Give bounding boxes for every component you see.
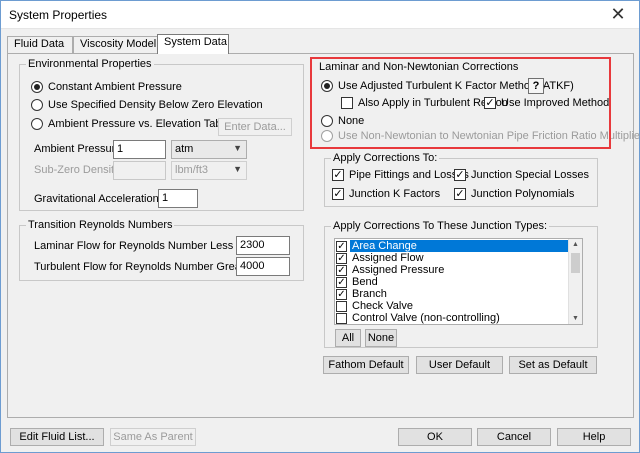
list-item-label: Assigned Flow [352, 252, 424, 264]
fathom-default-button[interactable]: Fathom Default [323, 356, 409, 374]
checkmark-icon[interactable]: ✓ [336, 264, 347, 276]
checkmark-icon[interactable]: ✓ [336, 252, 347, 264]
checkmark-icon: ✓ [454, 188, 466, 200]
radio-unselected-icon [31, 118, 43, 130]
laminar-flow-label: Laminar Flow for Reynolds Number Less Th… [34, 240, 265, 252]
list-scrollbar[interactable]: ▲ ▼ [568, 239, 582, 324]
laminar-reynolds-input[interactable]: 2300 [236, 236, 290, 255]
radio-label: Constant Ambient Pressure [48, 81, 182, 93]
chevron-down-icon: ▼ [233, 164, 242, 174]
junction-polynomials-checkbox[interactable]: ✓ Junction Polynomials [454, 188, 574, 200]
junction-special-losses-checkbox[interactable]: ✓ Junction Special Losses [454, 169, 589, 181]
pressure-elevation-table-radio[interactable]: Ambient Pressure vs. Elevation Table [31, 118, 230, 130]
ambient-pressure-input[interactable]: 1 [113, 140, 166, 159]
highlight-box [310, 57, 611, 149]
checkbox-unchecked-icon[interactable] [336, 300, 347, 312]
junction-types-list[interactable]: ✓ Area Change ✓ Assigned Flow ✓ Assigned… [334, 238, 583, 325]
scroll-thumb[interactable] [571, 253, 580, 273]
radio-label: Ambient Pressure vs. Elevation Table [48, 118, 230, 130]
pipe-fittings-checkbox[interactable]: ✓ Pipe Fittings and Losses [332, 169, 469, 181]
checkmark-icon[interactable]: ✓ [336, 276, 347, 288]
list-item[interactable]: ✓ Bend [336, 276, 380, 288]
select-none-button[interactable]: None [365, 329, 397, 347]
edit-fluid-list-button[interactable]: Edit Fluid List... [10, 428, 104, 446]
ambient-pressure-unit-select[interactable]: atm ▼ [171, 140, 247, 159]
list-item[interactable]: ✓ Assigned Pressure [336, 264, 446, 276]
radio-selected-icon [31, 81, 43, 93]
tab-fluid-data[interactable]: Fluid Data [7, 36, 73, 53]
list-item-label: Bend [352, 276, 378, 288]
transition-reynolds-legend: Transition Reynolds Numbers [28, 219, 173, 231]
checkmark-icon: ✓ [332, 188, 344, 200]
subzero-density-label: Sub-Zero Density: [34, 164, 123, 176]
list-item-label: Area Change [350, 240, 571, 252]
chevron-down-icon: ▼ [233, 143, 242, 153]
checkmark-icon: ✓ [454, 169, 466, 181]
scroll-down-icon[interactable]: ▼ [572, 315, 579, 322]
junction-types-legend: Apply Corrections To These Junction Type… [333, 220, 548, 232]
list-item[interactable]: ✓ Branch [336, 288, 389, 300]
checkmark-icon: ✓ [332, 169, 344, 181]
apply-corrections-legend: Apply Corrections To: [333, 152, 438, 164]
ok-button[interactable]: OK [398, 428, 472, 446]
constant-ambient-pressure-radio[interactable]: Constant Ambient Pressure [31, 81, 182, 93]
list-item-label: Assigned Pressure [352, 264, 445, 276]
list-item[interactable]: ✓ Assigned Flow [336, 252, 426, 264]
checkmark-icon[interactable]: ✓ [336, 240, 347, 252]
tab-system-data[interactable]: System Data [157, 34, 229, 54]
radio-unselected-icon [31, 99, 43, 111]
title-bar: System Properties ✕ [1, 1, 639, 29]
list-item[interactable]: Control Valve (non-controlling) [336, 312, 502, 324]
close-icon[interactable]: ✕ [603, 3, 633, 25]
tab-viscosity-model[interactable]: Viscosity Model [73, 36, 159, 53]
list-item-label: Check Valve [352, 300, 413, 312]
scroll-up-icon[interactable]: ▲ [572, 241, 579, 248]
cancel-button[interactable]: Cancel [477, 428, 551, 446]
subzero-density-unit-select[interactable]: lbm/ft3 ▼ [171, 161, 247, 180]
radio-label: Use Specified Density Below Zero Elevati… [48, 99, 263, 111]
list-item-label: Control Valve (non-controlling) [352, 312, 500, 324]
gravitational-acceleration-input[interactable]: 1 [158, 189, 198, 208]
turbulent-reynolds-input[interactable]: 4000 [236, 257, 290, 276]
checkbox-unchecked-icon[interactable] [336, 312, 347, 324]
user-default-button[interactable]: User Default [416, 356, 503, 374]
environmental-properties-legend: Environmental Properties [28, 58, 152, 70]
junction-k-factors-checkbox[interactable]: ✓ Junction K Factors [332, 188, 440, 200]
list-item-label: Branch [352, 288, 387, 300]
checkbox-label: Pipe Fittings and Losses [349, 169, 469, 181]
list-item[interactable]: ✓ Area Change [336, 240, 571, 252]
select-value: lbm/ft3 [175, 164, 209, 176]
list-item[interactable]: Check Valve [336, 300, 415, 312]
window-title: System Properties [9, 8, 108, 22]
checkmark-icon[interactable]: ✓ [336, 288, 347, 300]
select-value: atm [175, 143, 194, 155]
help-button[interactable]: Help [557, 428, 631, 446]
ambient-pressure-label: Ambient Pressure: [34, 143, 125, 155]
enter-data-button[interactable]: Enter Data... [218, 118, 292, 136]
system-properties-dialog: System Properties ✕ Fluid Data Viscosity… [0, 0, 640, 453]
checkbox-label: Junction Polynomials [471, 188, 575, 200]
set-as-default-button[interactable]: Set as Default [509, 356, 597, 374]
specified-density-radio[interactable]: Use Specified Density Below Zero Elevati… [31, 99, 263, 111]
select-all-button[interactable]: All [335, 329, 361, 347]
checkbox-label: Junction Special Losses [471, 169, 590, 181]
subzero-density-input[interactable] [113, 161, 166, 180]
checkbox-label: Junction K Factors [349, 188, 441, 200]
same-as-parent-button[interactable]: Same As Parent [110, 428, 196, 446]
